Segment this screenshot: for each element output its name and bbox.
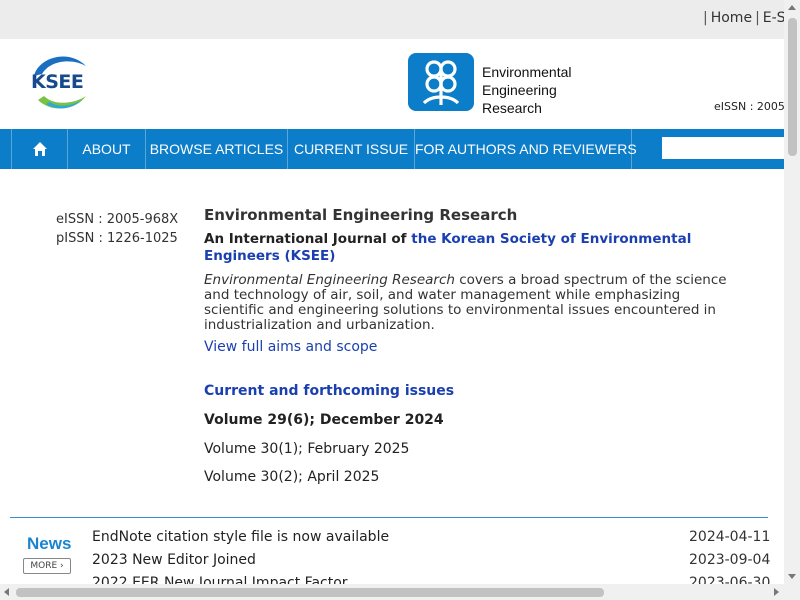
issue-link[interactable]: Volume 30(2); April 2025 (204, 469, 379, 485)
news-item-date: 2023-09-04 (689, 552, 771, 568)
news-divider (10, 517, 768, 518)
news-heading: News (27, 534, 72, 553)
issue-link[interactable]: Volume 30(1); February 2025 (204, 441, 409, 457)
horizontal-scroll-thumb[interactable] (16, 588, 604, 597)
nav-home[interactable] (11, 129, 68, 169)
eissn-text: eISSN : 2005-968X (56, 212, 179, 227)
ksee-logo-text: KSEE (31, 71, 84, 93)
scrollbar-corner (784, 584, 800, 600)
nav-about[interactable]: ABOUT (68, 129, 146, 169)
nav-current-issue[interactable]: CURRENT ISSUE (288, 129, 415, 169)
top-links-separator: | (703, 10, 708, 26)
description-journal-name: Environmental Engineering Research (204, 272, 455, 288)
horizontal-scrollbar[interactable] (0, 584, 784, 600)
journal-subtitle: An International Journal of the Korean S… (204, 231, 729, 265)
issue-link[interactable]: Volume 29(6); December 2024 (204, 412, 444, 428)
top-links: | Home | E-Su (700, 10, 794, 26)
home-icon (33, 142, 47, 156)
vertical-scroll-thumb[interactable] (788, 18, 797, 156)
journal-title-line: Research (482, 100, 542, 116)
top-utility-bar (0, 0, 784, 39)
top-links-separator: | (755, 10, 760, 26)
journal-intro: Environmental Engineering Research An In… (204, 206, 729, 355)
nav-for-authors-and-reviewers[interactable]: FOR AUTHORS AND REVIEWERS (415, 129, 637, 169)
news-more-button[interactable]: MORE › (23, 558, 71, 574)
news-item-title[interactable]: 2023 New Editor Joined (92, 552, 256, 568)
journal-title-block: Environmental Engineering Research (482, 63, 572, 117)
news-item-date: 2024-04-11 (689, 529, 771, 545)
page-title: Environmental Engineering Research (204, 206, 518, 224)
scroll-up-arrow-icon[interactable] (788, 5, 796, 10)
subtitle-prefix: An International Journal of (204, 231, 412, 247)
nav-browse-articles[interactable]: BROWSE ARTICLES (146, 129, 288, 169)
journal-description: Environmental Engineering Research cover… (204, 273, 729, 333)
journal-title-line: Environmental (482, 64, 572, 80)
issues-heading[interactable]: Current and forthcoming issues (204, 383, 454, 399)
issn-block: eISSN : 2005-968X pISSN : 1226-1025 (56, 210, 178, 248)
aims-and-scope-link[interactable]: View full aims and scope (204, 339, 377, 355)
pissn-text: pISSN : 1226-1025 (56, 231, 178, 246)
news-item-title[interactable]: EndNote citation style file is now avail… (92, 529, 389, 545)
vertical-scrollbar[interactable] (784, 0, 800, 584)
journal-title-line: Engineering (482, 82, 557, 98)
home-link[interactable]: Home (711, 10, 752, 26)
eer-journal-logo[interactable] (408, 53, 474, 111)
search-input[interactable] (662, 137, 784, 159)
scroll-down-arrow-icon[interactable] (788, 574, 796, 579)
scroll-left-arrow-icon[interactable] (4, 588, 9, 596)
scroll-right-arrow-icon[interactable] (774, 588, 779, 596)
